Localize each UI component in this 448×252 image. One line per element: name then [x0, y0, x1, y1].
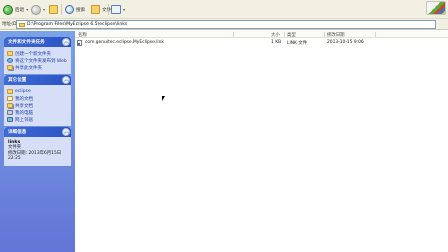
column-header-type[interactable]: 类型: [287, 32, 296, 38]
task-publish-web-label: 将这个文件夹发布到 Web: [15, 58, 67, 64]
back-arrow-icon: ‹: [3, 4, 13, 15]
column-header-modified[interactable]: 修改日期: [327, 32, 345, 38]
file-name: com.genuitec.eclipse.MyEclipse.link: [85, 40, 164, 45]
other-places-title: 其它位置: [8, 78, 27, 83]
place-eclipse-label: eclipse: [15, 89, 31, 94]
place-shared-documents-label: 共享文档: [15, 103, 33, 109]
place-network-label: 网上邻居: [15, 117, 33, 123]
folders-icon: [91, 5, 100, 14]
my-computer-icon: [7, 110, 13, 115]
address-value: D:\Program Files\MyEclipse 6.5\eclipse\l…: [27, 22, 128, 27]
link-file-icon: [77, 40, 82, 46]
search-button[interactable]: 搜索: [65, 4, 85, 15]
back-label: 后退: [15, 7, 25, 13]
windows-logo-icon: [426, 1, 446, 15]
details-modified-time: 22:25: [8, 156, 21, 162]
views-button[interactable]: ▾: [111, 4, 125, 15]
place-eclipse[interactable]: eclipse: [7, 88, 68, 95]
search-label: 搜索: [76, 7, 86, 13]
views-icon: [111, 5, 121, 14]
publish-web-icon: [7, 58, 13, 63]
file-type: LINK 文件: [287, 41, 308, 46]
file-list-header: 名称 大小 类型 修改日期: [75, 31, 448, 38]
collapse-chevron-icon[interactable]: [62, 128, 70, 136]
back-button[interactable]: ‹ 后退 ▾: [3, 4, 28, 15]
address-input[interactable]: D:\Program Files\MyEclipse 6.5\eclipse\l…: [16, 20, 436, 29]
windows-logo: [424, 0, 448, 16]
file-row[interactable]: com.genuitec.eclipse.MyEclipse.link 1 KB…: [75, 39, 448, 46]
chevron-down-icon: ▾: [43, 7, 46, 12]
forward-button[interactable]: › ▾: [31, 4, 45, 15]
column-header-size[interactable]: 大小: [271, 32, 280, 38]
file-modified: 2013-10-15 9:06: [327, 40, 364, 45]
details-title: 详细信息: [8, 130, 27, 135]
search-magnifier-icon: [65, 5, 74, 14]
shared-documents-icon: [7, 103, 13, 108]
column-divider[interactable]: [284, 32, 285, 37]
other-places-header[interactable]: 其它位置: [4, 75, 71, 85]
details-modified-label: 修改日期:: [8, 150, 28, 156]
collapse-chevron-icon[interactable]: [62, 38, 70, 46]
address-bar: 地址(D) D:\Program Files\MyEclipse 6.5\ecl…: [0, 19, 448, 30]
details-header[interactable]: 详细信息: [4, 127, 71, 137]
details-panel: 详细信息 links 文件夹 修改日期: 2013年6月15日 22:25: [4, 127, 71, 166]
task-new-folder[interactable]: 创建一个新文件夹: [7, 50, 68, 57]
column-divider[interactable]: [375, 32, 376, 37]
place-my-computer-label: 我的电脑: [15, 110, 33, 116]
column-divider[interactable]: [233, 32, 234, 37]
place-my-documents[interactable]: 我的文档: [7, 95, 68, 102]
task-pane: 文件和文件夹任务 创建一个新文件夹 将这个文件夹发布到 Web 共享此文件夹 其…: [0, 31, 75, 252]
chevron-down-icon: ▾: [123, 7, 126, 12]
folder-icon: [19, 23, 25, 27]
folder-icon: [7, 89, 13, 94]
chevron-down-icon: ▾: [26, 7, 29, 12]
file-folder-tasks-title: 文件和文件夹任务: [8, 40, 45, 45]
share-folder-icon: [7, 65, 13, 70]
place-network[interactable]: 网上邻居: [7, 116, 68, 123]
place-my-computer[interactable]: 我的电脑: [7, 109, 68, 116]
mouse-pointer-icon: [162, 96, 165, 101]
forward-arrow-icon: ›: [31, 4, 41, 15]
my-documents-icon: [7, 96, 13, 101]
file-folder-tasks-header[interactable]: 文件和文件夹任务: [4, 37, 71, 47]
file-folder-tasks-panel: 文件和文件夹任务 创建一个新文件夹 将这个文件夹发布到 Web 共享此文件夹: [4, 37, 71, 74]
task-publish-web[interactable]: 将这个文件夹发布到 Web: [7, 57, 68, 64]
file-size: 1 KB: [271, 40, 282, 45]
file-list: 名称 大小 类型 修改日期 com.genuitec.eclipse.MyEcl…: [75, 31, 448, 252]
toolbar: ‹ 后退 ▾ › ▾ 搜索 文件夹 ▾: [0, 0, 448, 19]
toolbar-separator: [61, 4, 62, 15]
toolbar-separator: [108, 4, 109, 15]
details-modified-value: 2013年6月15日: [28, 150, 62, 156]
task-share-folder[interactable]: 共享此文件夹: [7, 64, 68, 71]
up-button[interactable]: [49, 4, 58, 15]
other-places-panel: 其它位置 eclipse 我的文档 共享文档 我的电脑 网上邻居: [4, 75, 71, 126]
collapse-chevron-icon[interactable]: [62, 76, 70, 84]
folder-up-icon: [49, 5, 58, 14]
place-shared-documents[interactable]: 共享文档: [7, 102, 68, 109]
place-my-documents-label: 我的文档: [15, 96, 33, 102]
new-folder-icon: [7, 51, 13, 56]
task-share-folder-label: 共享此文件夹: [15, 65, 42, 71]
task-new-folder-label: 创建一个新文件夹: [15, 51, 51, 57]
column-header-name[interactable]: 名称: [78, 32, 87, 38]
column-divider[interactable]: [324, 32, 325, 37]
network-places-icon: [7, 117, 13, 122]
